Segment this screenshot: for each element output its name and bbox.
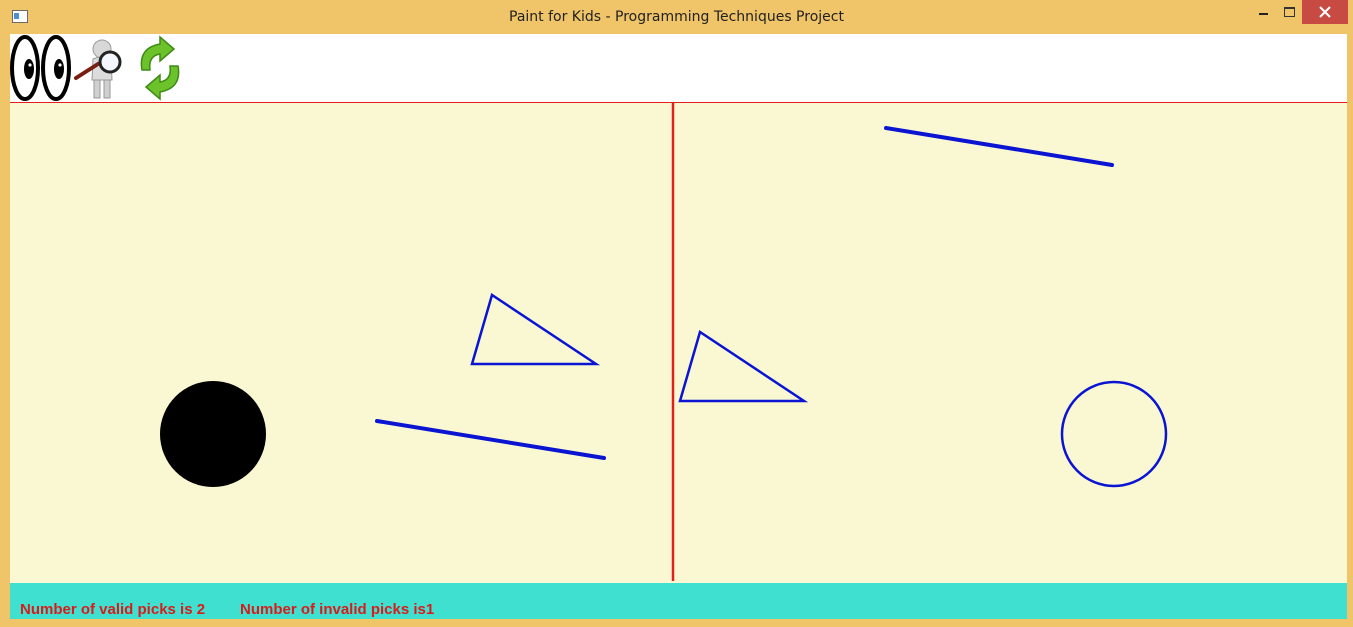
circle-shape[interactable] bbox=[1060, 380, 1168, 488]
valid-picks-text: Number of valid picks is 2 bbox=[20, 601, 206, 618]
close-button[interactable] bbox=[1302, 0, 1348, 24]
drawing-canvas[interactable] bbox=[10, 103, 1347, 583]
eyes-icon[interactable] bbox=[10, 34, 72, 102]
minimize-button[interactable] bbox=[1251, 0, 1277, 24]
window-title: Paint for Kids - Programming Techniques … bbox=[509, 9, 844, 25]
status-bar: Number of valid picks is 2 Number of inv… bbox=[10, 583, 1347, 619]
magnifier-person-icon[interactable] bbox=[72, 34, 124, 102]
title-bar: Paint for Kids - Programming Techniques … bbox=[0, 0, 1353, 34]
maximize-button[interactable] bbox=[1277, 0, 1303, 24]
close-icon bbox=[1319, 6, 1331, 18]
toolbar bbox=[10, 34, 1347, 103]
line-shape-right[interactable] bbox=[884, 126, 1114, 167]
line-shape-left[interactable] bbox=[375, 419, 606, 460]
triangle-shape-right[interactable] bbox=[678, 330, 809, 403]
filled-circle-shape[interactable] bbox=[160, 381, 266, 487]
triangle-shape-left[interactable] bbox=[470, 293, 601, 366]
restart-icon[interactable] bbox=[130, 34, 190, 102]
invalid-picks-text: Number of invalid picks is1 bbox=[240, 601, 435, 618]
